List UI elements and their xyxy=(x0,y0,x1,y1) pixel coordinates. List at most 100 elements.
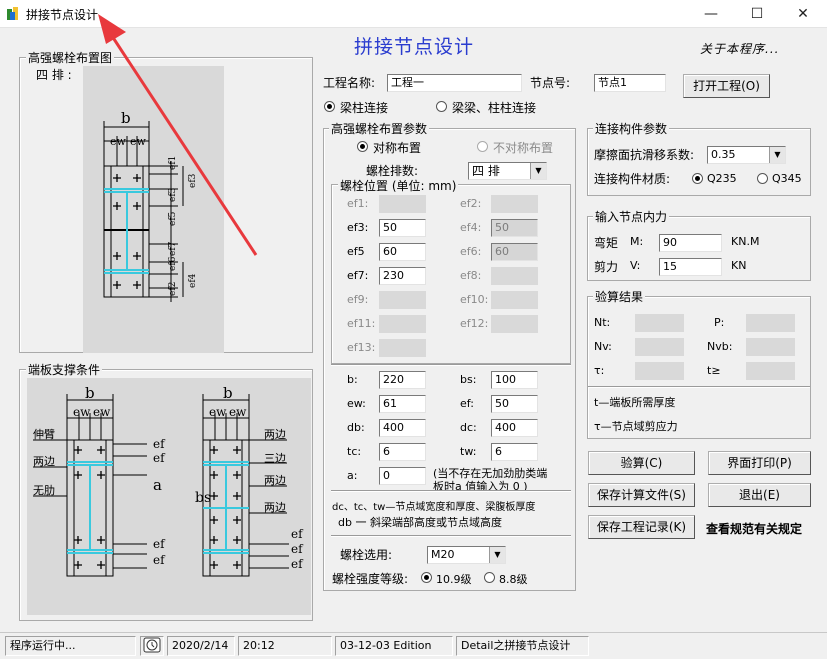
check-button[interactable]: 验算(C) xyxy=(588,451,695,475)
dim-tw-input[interactable]: 6 xyxy=(491,443,538,461)
ef9-input[interactable] xyxy=(379,291,426,309)
about-link[interactable]: 关于本程序... xyxy=(700,40,779,57)
ef5-input[interactable]: 60 xyxy=(379,243,426,261)
grade-10-9-label: 10.9级 xyxy=(436,573,472,586)
dim-ew1-label: ew xyxy=(110,135,127,148)
ef2-input[interactable] xyxy=(491,195,538,213)
save-calc-button[interactable]: 保存计算文件(S) xyxy=(588,483,695,507)
shear-input[interactable]: 15 xyxy=(659,258,722,276)
dim-b-input[interactable]: 220 xyxy=(379,371,426,389)
maximize-button[interactable]: ☐ xyxy=(734,0,780,28)
ef7-label: ef7: xyxy=(347,269,369,282)
dim-a-input[interactable]: 0 xyxy=(379,467,426,485)
dim-db-input[interactable]: 400 xyxy=(379,419,426,437)
dim-bs-input[interactable]: 100 xyxy=(491,371,538,389)
ef12-input[interactable] xyxy=(491,315,538,333)
symmetric-label: 对称布置 xyxy=(373,141,422,155)
open-project-button[interactable]: 打开工程(O) xyxy=(683,74,770,98)
result-nv-label: Nv: xyxy=(594,340,612,353)
moment-label: 弯矩 xyxy=(594,236,619,250)
support-svg: b ew ew 伸臂 两边 无肋 ef ef a ef ef b ew ew 两… xyxy=(33,384,304,577)
result-nvb-label: Nvb: xyxy=(707,340,733,353)
ef13-input[interactable] xyxy=(379,339,426,357)
radio-beam-beam[interactable] xyxy=(436,101,447,112)
dim-tc-input[interactable]: 6 xyxy=(379,443,426,461)
support-label-right-2: 两边 xyxy=(264,474,286,487)
chevron-down-icon[interactable]: ▼ xyxy=(489,547,505,563)
ef7-input[interactable]: 230 xyxy=(379,267,426,285)
minimize-button[interactable]: — xyxy=(688,0,734,28)
dim-dc-input[interactable]: 400 xyxy=(491,419,538,437)
ef10-input[interactable] xyxy=(491,291,538,309)
support-ef-left-3: ef xyxy=(153,537,166,551)
moment-input[interactable]: 90 xyxy=(659,234,722,252)
status-bar: 程序运行中... 2020/2/14 20:12 03-12-03 Editio… xyxy=(0,632,827,659)
result-note-1: t—端板所需厚度 xyxy=(594,396,676,409)
bolt-select[interactable]: M20 ▼ xyxy=(427,546,506,564)
rows-select[interactable]: 四 排 ▼ xyxy=(468,162,547,180)
support-b-right: b xyxy=(223,384,233,402)
ef8-input[interactable] xyxy=(491,267,538,285)
status-edition: 03-12-03 Edition xyxy=(335,636,453,656)
ef6-input[interactable]: 60 xyxy=(491,243,538,261)
title-bar: 拼接节点设计 — ☐ ✕ xyxy=(0,0,827,28)
dim-ef-input[interactable]: 50 xyxy=(491,395,538,413)
dim-bs-label: bs: xyxy=(460,373,477,386)
dim-ew-label: ew: xyxy=(347,397,366,410)
support-ef-left-1: ef xyxy=(153,437,166,451)
bolt-layout-drawing: b ew ew ef1 ef3 ef5 ef7 ef6 ef2 ef3 ef4 xyxy=(83,66,224,353)
support-b-left: b xyxy=(85,384,95,402)
dim-a-label: a: xyxy=(347,469,358,482)
radio-symmetric[interactable] xyxy=(357,141,368,152)
project-name-input[interactable]: 工程一 xyxy=(387,74,522,92)
radio-q345[interactable] xyxy=(757,173,768,184)
friction-select[interactable]: 0.35 ▼ xyxy=(707,146,786,164)
divider xyxy=(331,490,571,492)
support-a: a xyxy=(153,476,162,494)
dim-ef-label: ef: xyxy=(460,397,474,410)
dim-ef7-label: ef7 xyxy=(168,241,178,256)
bolt-select-label: 螺栓选用: xyxy=(340,548,393,562)
node-number-input[interactable]: 节点1 xyxy=(594,74,666,92)
bolt-layout-title: 高强螺栓布置图 xyxy=(26,49,115,66)
chevron-down-icon[interactable]: ▼ xyxy=(769,147,785,163)
shear-unit: KN xyxy=(731,259,747,272)
result-nt-label: Nt: xyxy=(594,316,611,329)
clock-icon xyxy=(140,636,164,656)
exit-button[interactable]: 退出(E) xyxy=(708,483,811,507)
dim-db-label: db: xyxy=(347,421,365,434)
close-button[interactable]: ✕ xyxy=(780,0,826,28)
ef3-input[interactable]: 50 xyxy=(379,219,426,237)
ef11-input[interactable] xyxy=(379,315,426,333)
result-t-value xyxy=(746,362,795,380)
result-nvb-value xyxy=(746,338,795,356)
rows-select-value: 四 排 xyxy=(472,164,500,178)
dim-ef3b-label: ef3 xyxy=(188,173,198,188)
asymmetric-label: 不对称布置 xyxy=(493,141,554,155)
chevron-down-icon[interactable]: ▼ xyxy=(530,163,546,179)
spec-link[interactable]: 查看规范有关规定 xyxy=(706,520,802,537)
ef1-input[interactable] xyxy=(379,195,426,213)
print-button[interactable]: 界面打印(P) xyxy=(708,451,811,475)
support-ew-right-2: ew xyxy=(229,405,247,419)
dim-ew-input[interactable]: 61 xyxy=(379,395,426,413)
support-ef-left-2: ef xyxy=(153,451,166,465)
save-record-button[interactable]: 保存工程记录(K) xyxy=(588,515,695,539)
ef10-label: ef10: xyxy=(460,293,489,306)
friction-select-value: 0.35 xyxy=(711,148,736,161)
grade-label: 螺栓强度等级: xyxy=(332,572,409,586)
radio-asymmetric[interactable] xyxy=(477,141,488,152)
radio-beam-column[interactable] xyxy=(324,101,335,112)
radio-grade-8-8[interactable] xyxy=(484,572,495,583)
radio-q235[interactable] xyxy=(692,173,703,184)
ef4-input[interactable]: 50 xyxy=(491,219,538,237)
moment-unit: KN.M xyxy=(731,235,760,248)
support-label-right-3: 两边 xyxy=(264,501,286,514)
support-label-left-2: 无肋 xyxy=(33,483,55,497)
dim-b-label: b: xyxy=(347,373,358,386)
dim-tw-label: tw: xyxy=(460,445,477,458)
radio-grade-10-9[interactable] xyxy=(421,572,432,583)
node-number-label: 节点号: xyxy=(530,76,571,90)
dim-ew2-label: ew xyxy=(130,135,147,148)
ef11-label: ef11: xyxy=(347,317,376,330)
